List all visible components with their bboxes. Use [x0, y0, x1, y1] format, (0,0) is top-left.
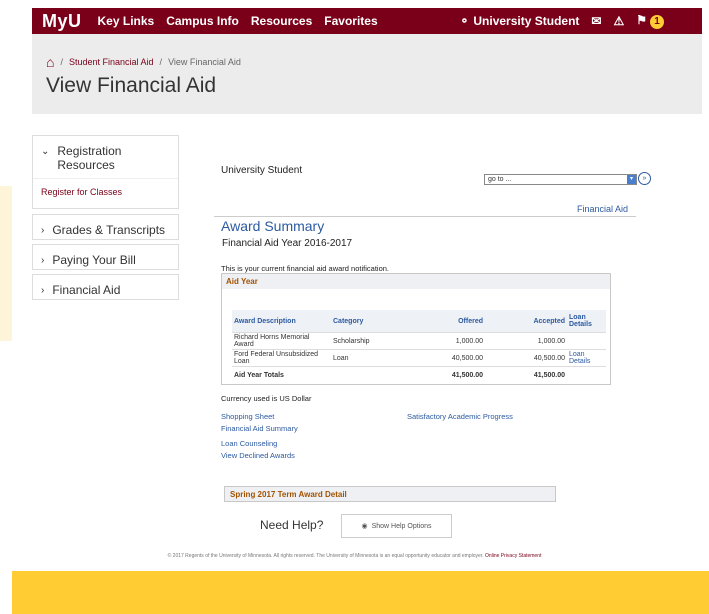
goto-select-value: go to ...	[488, 176, 512, 183]
user-menu[interactable]: ⚬ University Student	[459, 14, 579, 28]
table-row: Ford Federal Unsubsidized Loan Loan 40,5…	[232, 349, 606, 367]
flag-icon: ⚑	[636, 13, 647, 28]
totals-accepted: 41,500.00	[485, 366, 567, 383]
breadcrumb-separator: /	[159, 57, 163, 67]
home-icon[interactable]: ⌂	[46, 54, 54, 70]
sidebar-item-financial-aid[interactable]: › Financial Aid	[32, 274, 179, 300]
sidebar-item-grades[interactable]: › Grades & Transcripts	[32, 214, 179, 240]
breadcrumb-separator: /	[60, 57, 63, 67]
notifications-flag[interactable]: ⚑ 1	[636, 13, 664, 29]
help-button-label: Show Help Options	[371, 522, 432, 530]
student-name: University Student	[221, 165, 303, 176]
currency-note: Currency used is US Dollar	[221, 394, 312, 403]
show-help-options-button[interactable]: ◉ Show Help Options	[341, 514, 452, 538]
totals-loan	[567, 366, 606, 383]
column-header: Offered	[397, 310, 485, 333]
totals-row: Aid Year Totals 41,500.00 41,500.00	[232, 366, 606, 383]
financial-aid-link[interactable]: Financial Aid	[577, 204, 628, 214]
award-summary-title: Award Summary	[221, 218, 325, 234]
user-name: University Student	[473, 14, 580, 28]
award-accepted: 1,000.00	[485, 332, 567, 350]
dropdown-arrow-icon: ▾	[627, 175, 636, 184]
gold-footer-band	[12, 571, 709, 614]
sidebar-item-label: Registration Resources	[57, 144, 122, 172]
eye-icon: ◉	[361, 523, 368, 530]
nav-key-links[interactable]: Key Links	[98, 14, 155, 28]
aid-year-label: Financial Aid Year 2016-2017	[222, 238, 353, 249]
financial-aid-summary-link[interactable]: Financial Aid Summary	[221, 424, 298, 433]
breadcrumb-student-financial-aid[interactable]: Student Financial Aid	[69, 57, 154, 67]
chevron-down-icon: ⌄	[41, 146, 50, 157]
view-declined-awards-link[interactable]: View Declined Awards	[221, 451, 295, 460]
award-description: Richard Horns Memorial Award	[232, 332, 331, 350]
loan-counseling-link[interactable]: Loan Counseling	[221, 439, 277, 448]
footer-text: © 2017 Regents of the University of Minn…	[167, 553, 484, 559]
sidebar-item-registration-resources[interactable]: ⌄ Registration Resources	[33, 136, 178, 178]
column-header: Award Description	[232, 310, 331, 333]
topbar-right-group: ⚬ University Student ✉ ⚠ ⚑ 1	[459, 13, 664, 29]
column-header: Category	[331, 310, 397, 333]
award-offered: 1,000.00	[397, 332, 485, 350]
totals-category	[331, 366, 397, 383]
term-award-detail-header: Spring 2017 Term Award Detail	[224, 486, 556, 502]
notification-text: This is your current financial aid award…	[221, 264, 389, 273]
award-offered: 40,500.00	[397, 349, 485, 367]
aid-year-header: Aid Year	[222, 274, 610, 289]
user-icon: ⚬	[459, 14, 470, 28]
award-category: Loan	[331, 349, 397, 367]
aid-year-panel: Aid Year Award Description Category Offe…	[221, 273, 611, 385]
nav-favorites[interactable]: Favorites	[324, 14, 377, 28]
satisfactory-academic-progress-link[interactable]: Satisfactory Academic Progress	[407, 412, 513, 421]
privacy-statement-link[interactable]: Online Privacy Statement	[485, 553, 541, 559]
sidebar-item-label: Grades & Transcripts	[52, 223, 166, 237]
table-header-row: Award Description Category Offered Accep…	[232, 310, 606, 333]
sidebar-registration-card: ⌄ Registration Resources Register for Cl…	[32, 135, 179, 209]
nav-campus-info[interactable]: Campus Info	[166, 14, 239, 28]
top-navigation-bar: MyU Key Links Campus Info Resources Favo…	[32, 8, 702, 34]
left-gold-accent	[0, 186, 12, 341]
totals-offered: 41,500.00	[397, 366, 485, 383]
register-for-classes-link[interactable]: Register for Classes	[33, 178, 178, 205]
award-category: Scholarship	[331, 332, 397, 350]
table-row: Richard Horns Memorial Award Scholarship…	[232, 332, 606, 350]
chevron-right-icon: ›	[41, 255, 45, 266]
page-title: View Financial Aid	[46, 74, 217, 97]
footer: © 2017 Regents of the University of Minn…	[0, 553, 709, 559]
divider	[214, 216, 636, 217]
double-chevron-right-icon: »	[642, 175, 647, 182]
award-description: Ford Federal Unsubsidized Loan	[232, 349, 331, 367]
sidebar-item-paying-bill[interactable]: › Paying Your Bill	[32, 244, 179, 270]
goto-select[interactable]: go to ... ▾	[484, 174, 637, 185]
nav-resources[interactable]: Resources	[251, 14, 312, 28]
totals-label: Aid Year Totals	[232, 366, 331, 383]
alert-icon[interactable]: ⚠	[613, 14, 624, 28]
sidebar-item-label: Paying Your Bill	[52, 253, 136, 267]
shopping-sheet-link[interactable]: Shopping Sheet	[221, 412, 274, 421]
chevron-right-icon: ›	[41, 225, 45, 236]
breadcrumb-current: View Financial Aid	[168, 57, 241, 67]
notification-badge: 1	[650, 14, 664, 29]
breadcrumb: ⌂ / Student Financial Aid / View Financi…	[46, 54, 241, 70]
go-button[interactable]: »	[638, 172, 651, 185]
award-accepted: 40,500.00	[485, 349, 567, 367]
loan-details-link[interactable]: Loan Details	[567, 349, 606, 367]
need-help-heading: Need Help?	[260, 518, 324, 532]
award-table: Award Description Category Offered Accep…	[232, 310, 606, 383]
mail-icon[interactable]: ✉	[591, 14, 601, 28]
loan-details	[567, 332, 606, 350]
column-header: Loan Details	[567, 310, 606, 333]
myu-logo[interactable]: MyU	[42, 11, 82, 32]
chevron-right-icon: ›	[41, 285, 45, 296]
sidebar-item-label: Financial Aid	[52, 283, 121, 297]
column-header: Accepted	[485, 310, 567, 333]
